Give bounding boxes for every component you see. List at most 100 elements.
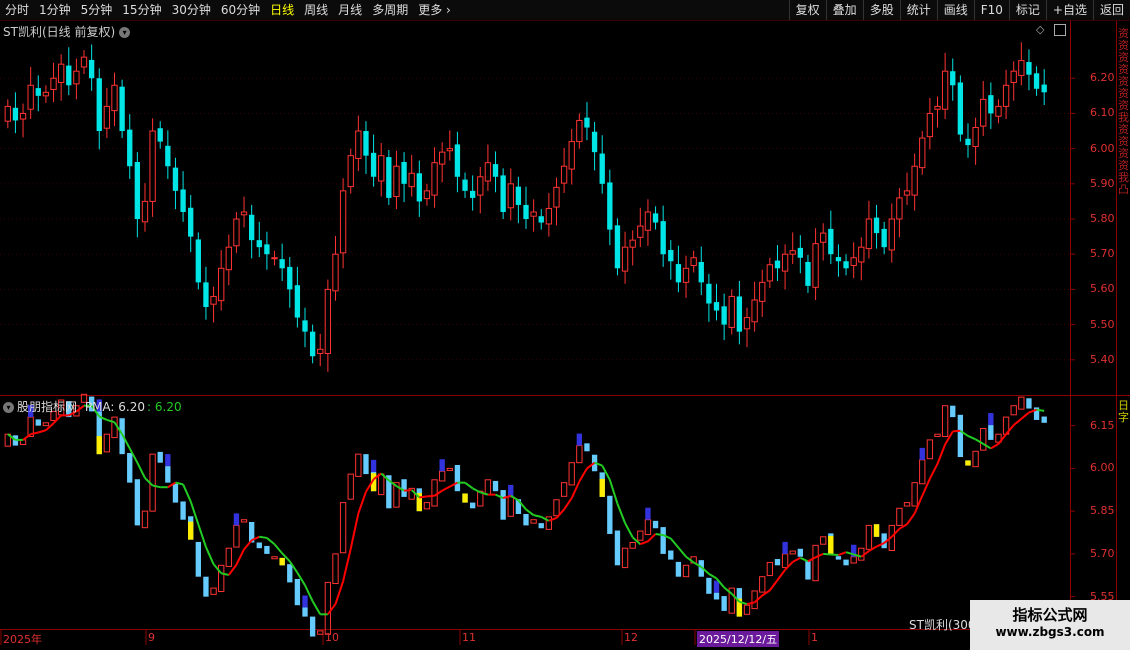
indicator-bar (805, 560, 811, 580)
candle-body (950, 71, 956, 86)
pma-line-segment (182, 483, 192, 502)
indicator-bar (614, 530, 621, 566)
candle-body (736, 296, 743, 332)
pma-line-segment (823, 552, 831, 556)
candle-body (42, 91, 50, 97)
indicator-bar (233, 524, 240, 548)
indicator-bar (584, 443, 590, 452)
indicator-bar (644, 519, 652, 536)
candle-body (911, 165, 918, 196)
indicator-bar-blue (165, 454, 171, 467)
indicator-bar-blue (919, 447, 925, 460)
candle-body (553, 186, 560, 208)
indicator-bar (553, 499, 560, 517)
indicator-bar (538, 523, 544, 529)
indicator-bar (637, 530, 644, 541)
pma-line-segment (266, 537, 276, 545)
candle-body (240, 211, 248, 216)
candle-body (393, 165, 400, 197)
pma-line-segment (799, 556, 809, 563)
indicator-bar (271, 556, 278, 560)
candle-body (614, 225, 621, 269)
candle-body (828, 228, 834, 255)
candle-body (515, 186, 522, 205)
candle-body (507, 183, 514, 209)
pma-line-segment (243, 539, 253, 550)
indicator-bar (1018, 396, 1025, 410)
pma-line-segment (540, 515, 550, 522)
pma-line-segment (259, 535, 268, 539)
candle-body (439, 151, 446, 165)
pma-line-segment (578, 467, 588, 483)
candle-body (591, 131, 598, 153)
candle-body (1033, 73, 1040, 89)
indicator-bar (103, 433, 111, 453)
candle-body (995, 105, 1002, 117)
pma-line-segment (807, 556, 817, 563)
indicator-bar-blue (576, 433, 583, 446)
candle-body (652, 213, 659, 223)
indicator-bar (287, 564, 293, 583)
indicator-bar (256, 542, 262, 549)
candle-body (73, 70, 80, 85)
pma-line-segment (677, 546, 687, 558)
pma-line-segment (570, 481, 581, 499)
candle-body (180, 189, 186, 212)
pma-line-segment (655, 532, 664, 537)
candle-body (462, 179, 468, 191)
candle-body (980, 98, 987, 127)
pma-line-segment (975, 438, 984, 445)
candle-body (644, 211, 652, 231)
candle-body (363, 131, 369, 156)
date-label: 1 (811, 631, 818, 644)
pma-line-segment (472, 487, 481, 494)
indicator-bar (484, 479, 492, 496)
candle-body (721, 306, 727, 325)
indicator-bar (507, 496, 514, 517)
indicator-bar (972, 450, 979, 468)
candle-body (759, 281, 766, 302)
indicator-bar (934, 433, 941, 437)
pma-line-segment (838, 551, 847, 556)
candle-body (805, 261, 811, 286)
collapse-icon[interactable]: ▾ (3, 402, 14, 413)
candle-body (888, 218, 895, 251)
indicator-bar-blue (439, 459, 445, 472)
indicator-bar (660, 527, 666, 554)
price-tick: 5.60 (1090, 282, 1115, 296)
indicator-bar (706, 577, 712, 594)
candle-body (774, 260, 781, 269)
indicator-bar (629, 542, 636, 549)
indicator-bar (423, 502, 431, 510)
indicator-bar (903, 502, 911, 507)
candle-body (287, 266, 293, 290)
indicator-bar-yellow (873, 524, 880, 537)
indicator-bar (957, 414, 964, 457)
indicator-bar (621, 547, 629, 569)
indicator-bar-blue (302, 595, 308, 608)
pma-line-segment (616, 503, 626, 524)
indicator-bar (195, 541, 201, 577)
pma-line-segment (868, 545, 878, 552)
pma-line-segment (952, 429, 961, 433)
pma-line-segment (624, 522, 634, 538)
candle-body (965, 138, 971, 146)
pma-line-segment (746, 601, 755, 606)
indicator-bar (926, 439, 934, 460)
indicator-bar-yellow (965, 460, 971, 466)
pma-line-segment (479, 491, 489, 496)
candle-body (27, 84, 34, 110)
watermark-title: 指标公式网 (1012, 606, 1088, 624)
candle-body (751, 299, 758, 323)
indicator-bar (896, 507, 903, 526)
indicator-bar (302, 607, 308, 617)
candle-body (690, 257, 697, 266)
indicator-bar (774, 559, 781, 566)
price-tick: 5.80 (1090, 212, 1115, 226)
indicator-bar (766, 561, 774, 577)
candle-body (50, 77, 57, 90)
indicator-bar-blue (988, 413, 994, 426)
candle-body (378, 155, 385, 182)
candle-body (408, 172, 415, 188)
indicator-bar (378, 473, 385, 496)
